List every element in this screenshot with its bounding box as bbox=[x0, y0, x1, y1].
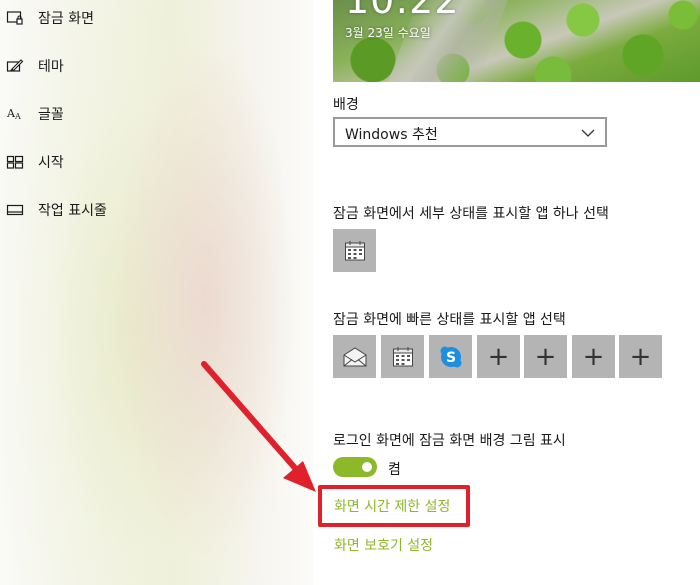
plus-icon: + bbox=[534, 341, 557, 372]
detailed-status-heading: 잠금 화면에서 세부 상태를 표시할 앱 하나 선택 bbox=[333, 206, 609, 222]
quick-status-app-skype[interactable]: S bbox=[429, 335, 472, 378]
preview-date: 3월 23일 수요일 bbox=[345, 26, 431, 40]
plus-icon: + bbox=[582, 341, 605, 372]
sidebar-item-label: 시작 bbox=[38, 155, 64, 171]
quick-status-app-mail[interactable] bbox=[333, 335, 376, 378]
sidebar-item-label: 테마 bbox=[38, 59, 64, 75]
sidebar-item-label: 작업 표시줄 bbox=[38, 203, 107, 219]
theme-brush-icon bbox=[5, 58, 25, 74]
chevron-down-icon bbox=[581, 129, 595, 137]
preview-time: 10:22 bbox=[345, 0, 460, 22]
quick-status-app-calendar[interactable] bbox=[381, 335, 424, 378]
svg-text:A: A bbox=[14, 112, 21, 121]
sidebar: 잠금 화면 테마 AA 글꼴 시작 작업 표시줄 bbox=[0, 0, 313, 585]
sidebar-item-start[interactable]: 시작 bbox=[0, 147, 313, 177]
svg-text:S: S bbox=[445, 350, 455, 366]
sidebar-item-lock-screen[interactable]: 잠금 화면 bbox=[0, 3, 313, 33]
quick-status-heading: 잠금 화면에 빠른 상태를 표시할 앱 선택 bbox=[333, 312, 566, 328]
background-dropdown[interactable]: Windows 추천 bbox=[333, 117, 607, 147]
toggle-state-label: 켬 bbox=[388, 462, 401, 478]
signin-background-toggle[interactable] bbox=[333, 457, 377, 477]
quick-status-add-button[interactable]: + bbox=[477, 335, 520, 378]
toggle-knob bbox=[362, 462, 372, 472]
start-grid-icon bbox=[5, 154, 25, 170]
plus-icon: + bbox=[487, 341, 510, 372]
taskbar-icon bbox=[5, 202, 25, 218]
background-dropdown-value: Windows 추천 bbox=[345, 127, 438, 143]
sidebar-item-taskbar[interactable]: 작업 표시줄 bbox=[0, 195, 313, 225]
sidebar-item-fonts[interactable]: AA 글꼴 bbox=[0, 99, 313, 129]
calendar-icon bbox=[344, 240, 365, 260]
quick-status-add-button[interactable]: + bbox=[572, 335, 615, 378]
annotation-highlight-box bbox=[318, 485, 470, 527]
sidebar-item-theme[interactable]: 테마 bbox=[0, 51, 313, 81]
font-icon: AA bbox=[5, 106, 25, 122]
sidebar-item-label: 글꼴 bbox=[38, 107, 64, 123]
plus-icon: + bbox=[629, 341, 652, 372]
quick-status-add-button[interactable]: + bbox=[524, 335, 567, 378]
sidebar-item-label: 잠금 화면 bbox=[38, 11, 94, 27]
signin-background-heading: 로그인 화면에 잠금 화면 배경 그림 표시 bbox=[333, 433, 566, 449]
mail-icon bbox=[343, 346, 366, 366]
lock-screen-icon bbox=[5, 10, 25, 26]
skype-icon: S bbox=[440, 346, 461, 367]
lock-screen-preview: 10:22 3월 23일 수요일 bbox=[333, 0, 700, 82]
detailed-status-app-calendar[interactable] bbox=[333, 229, 376, 272]
calendar-icon bbox=[392, 346, 413, 366]
background-heading: 배경 bbox=[333, 97, 359, 113]
quick-status-add-button[interactable]: + bbox=[619, 335, 662, 378]
screen-saver-link[interactable]: 화면 보호기 설정 bbox=[334, 535, 433, 555]
settings-window: 잠금 화면 테마 AA 글꼴 시작 작업 표시줄 10:22 3월 23일 수요… bbox=[0, 0, 700, 585]
